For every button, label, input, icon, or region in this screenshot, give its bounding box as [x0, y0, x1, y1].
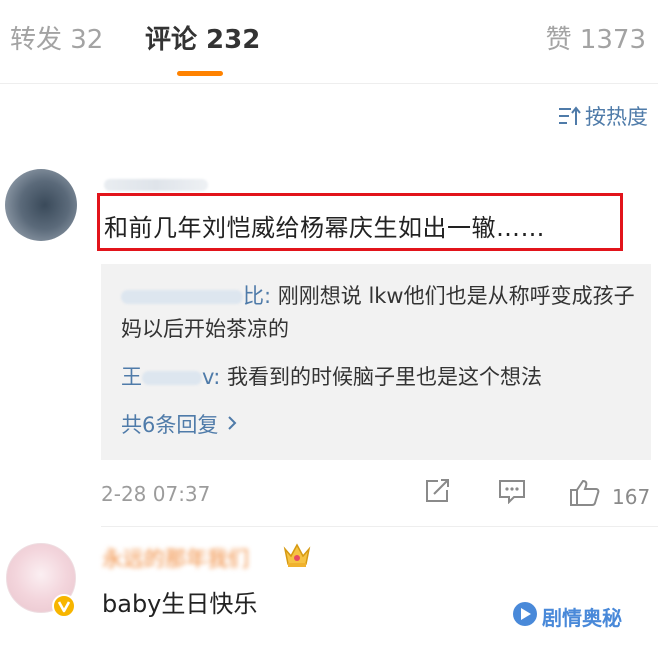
- more-replies-label: 共6条回复: [121, 413, 219, 437]
- share-icon: [424, 478, 452, 512]
- sort-by-hot-button[interactable]: 按热度: [557, 100, 648, 132]
- chevron-right-icon: [226, 409, 238, 441]
- reply-username-blurred[interactable]: [142, 371, 202, 385]
- comment-text: baby生日快乐: [102, 590, 258, 618]
- reply-item: 王 v: 我看到的时候脑子里也是这个想法: [121, 361, 542, 393]
- watermark: 剧情奥秘: [512, 600, 622, 633]
- sort-icon: [557, 105, 581, 127]
- reply-username[interactable]: 比:: [243, 284, 271, 308]
- more-replies-link[interactable]: 共6条回复: [121, 409, 238, 441]
- tab-comment[interactable]: 评论 232: [145, 24, 260, 56]
- reply-username-suffix[interactable]: v:: [202, 365, 220, 389]
- comment-icon: [497, 478, 527, 512]
- like-button[interactable]: 167: [568, 478, 650, 516]
- verified-badge: [52, 594, 76, 618]
- tab-like[interactable]: 赞 1373: [546, 24, 646, 56]
- watermark-text: 剧情奥秘: [542, 606, 622, 630]
- comment-button[interactable]: [497, 478, 527, 512]
- comment-divider: [101, 526, 658, 527]
- reply-item: 比: 刚刚想说 lkw他们也是从称呼变成孩子妈以后开始茶凉的: [121, 280, 636, 346]
- replies-box[interactable]: 比: 刚刚想说 lkw他们也是从称呼变成孩子妈以后开始茶凉的 王 v: 我看到的时…: [101, 264, 651, 460]
- sort-label: 按热度: [585, 105, 648, 129]
- tab-repost[interactable]: 转发 32: [10, 24, 103, 56]
- watermark-logo-icon: [512, 600, 538, 633]
- crown-icon: [282, 541, 312, 573]
- active-tab-indicator: [177, 71, 223, 76]
- username-blurred[interactable]: [104, 179, 208, 191]
- reply-username[interactable]: 王: [121, 365, 142, 389]
- comment-username[interactable]: 永远的那年我们: [102, 545, 249, 573]
- comment-tabs: 转发 32 评论 232 赞 1373: [0, 0, 658, 84]
- reply-username-blurred[interactable]: [121, 290, 243, 304]
- reply-text: 我看到的时候脑子里也是这个想法: [227, 365, 543, 389]
- avatar[interactable]: [5, 169, 77, 241]
- share-button[interactable]: [424, 478, 452, 512]
- verified-v-icon: [57, 601, 71, 613]
- highlight-box: [97, 193, 623, 251]
- like-count: 167: [612, 485, 651, 509]
- thumbs-up-icon: [568, 478, 602, 516]
- comment-time: 2-28 07:37: [101, 482, 211, 506]
- username-text: 永远的那年我们: [102, 547, 249, 571]
